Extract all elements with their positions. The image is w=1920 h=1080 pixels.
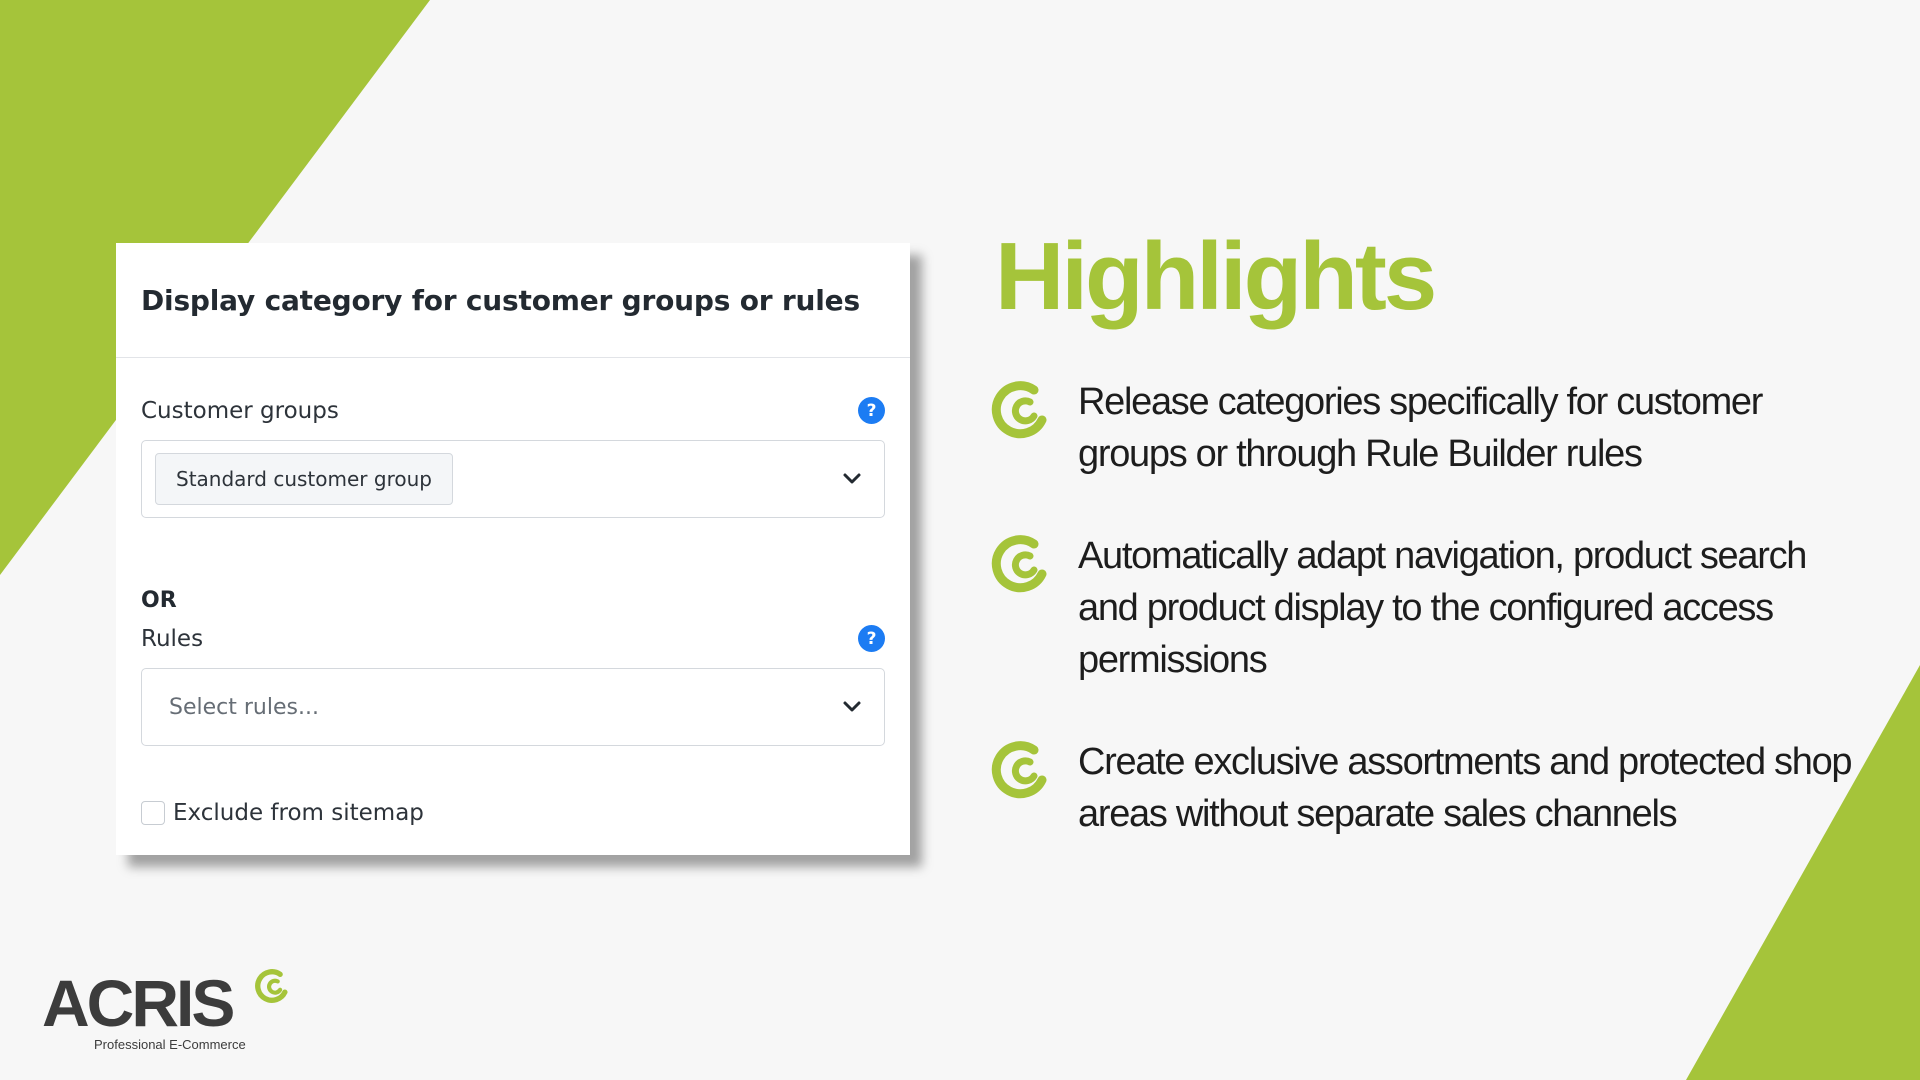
highlight-item: Automatically adapt navigation, product …	[990, 530, 1870, 686]
customer-groups-label: Customer groups	[141, 397, 339, 424]
chevron-down-icon[interactable]	[842, 700, 862, 714]
exclude-sitemap-checkbox[interactable]	[141, 801, 165, 825]
highlight-text: Release categories specifically for cust…	[1078, 381, 1763, 475]
or-label: OR	[141, 588, 177, 613]
exclude-sitemap-label: Exclude from sitemap	[173, 800, 424, 826]
rules-label: Rules	[141, 625, 204, 652]
highlight-text: Create exclusive assortments and protect…	[1078, 741, 1853, 835]
rules-label-row: Rules ?	[141, 625, 885, 652]
settings-card: Display category for customer groups or …	[116, 243, 910, 855]
acris-c-icon	[991, 381, 1047, 439]
rules-placeholder: Select rules...	[169, 694, 319, 720]
rules-select[interactable]: Select rules...	[141, 668, 885, 746]
slide: Display category for customer groups or …	[0, 0, 1920, 1080]
acris-logo: ACRIS Professional E-Commerce	[42, 966, 302, 1052]
customer-groups-select[interactable]: Standard customer group	[141, 440, 885, 518]
logo-tagline: Professional E-Commerce	[94, 1037, 246, 1052]
highlight-text: Automatically adapt navigation, product …	[1078, 535, 1807, 681]
highlight-item: Create exclusive assortments and protect…	[990, 736, 1870, 840]
question-mark-icon[interactable]: ?	[858, 397, 885, 424]
logo-wordmark: ACRIS	[42, 966, 235, 1040]
selected-customer-group-tag[interactable]: Standard customer group	[155, 453, 453, 505]
highlight-item: Release categories specifically for cust…	[990, 376, 1870, 480]
highlights-title: Highlights	[995, 223, 1437, 330]
card-header: Display category for customer groups or …	[116, 243, 910, 358]
chevron-down-icon[interactable]	[842, 472, 862, 486]
acris-c-icon	[991, 535, 1047, 593]
question-mark-icon[interactable]: ?	[858, 625, 885, 652]
exclude-sitemap-row[interactable]: Exclude from sitemap	[141, 800, 424, 826]
card-title: Display category for customer groups or …	[141, 283, 860, 317]
acris-c-icon	[255, 969, 288, 1003]
acris-c-icon	[991, 741, 1047, 799]
customer-groups-label-row: Customer groups ?	[141, 397, 885, 424]
